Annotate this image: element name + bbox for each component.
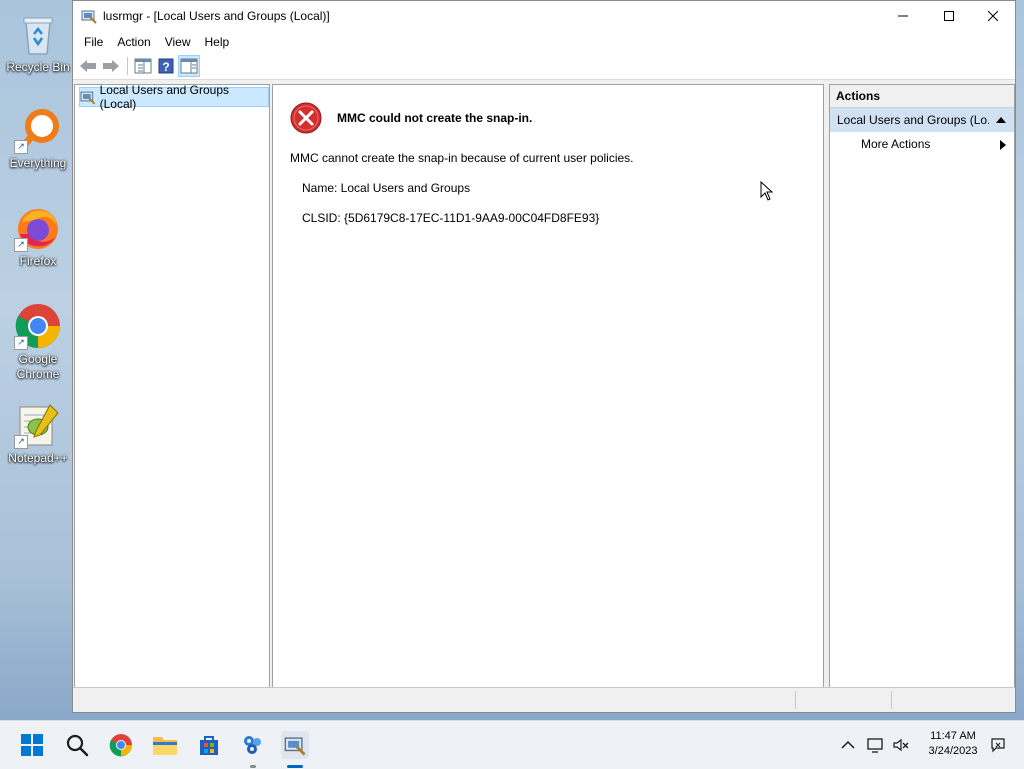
actions-header: Actions [830, 85, 1014, 108]
minimize-button[interactable] [880, 1, 926, 31]
forward-arrow-icon [103, 60, 119, 72]
mouse-cursor-icon [760, 181, 774, 201]
volume-muted-icon [893, 738, 909, 752]
desktop-icon-notepad-plus-plus[interactable]: ↗ Notepad++ [4, 401, 72, 466]
recycle-bin-icon [14, 10, 62, 58]
result-pane: MMC could not create the snap-in. MMC ca… [272, 84, 824, 688]
show-hide-console-tree-button[interactable] [132, 55, 154, 77]
window-title: lusrmgr - [Local Users and Groups (Local… [103, 9, 330, 23]
folder-icon [153, 737, 177, 755]
windows-start-icon [21, 734, 43, 756]
volume-button[interactable] [891, 735, 911, 755]
console-tree-pane[interactable]: Local Users and Groups (Local) [74, 83, 270, 688]
show-hide-action-pane-button[interactable] [178, 55, 200, 77]
chevron-up-icon [841, 740, 855, 749]
computer-management-icon [284, 737, 306, 756]
status-divider [795, 691, 796, 709]
help-icon: ? [158, 58, 174, 74]
notification-icon [991, 738, 1005, 753]
shortcut-arrow-icon: ↗ [14, 336, 28, 350]
taskbar-clock[interactable]: 11:47 AM 3/24/2023 [918, 729, 988, 759]
desktop-icon-firefox[interactable]: ↗ Firefox [4, 204, 72, 269]
firefox-icon: ↗ [14, 204, 62, 252]
back-button[interactable] [77, 55, 99, 77]
actions-group-local-users-and-groups[interactable]: Local Users and Groups (Lo... [830, 108, 1014, 132]
shortcut-arrow-icon: ↗ [14, 238, 28, 252]
collapse-up-icon [996, 117, 1006, 123]
search-icon [66, 734, 89, 757]
title-bar[interactable]: lusrmgr - [Local Users and Groups (Local… [73, 1, 1015, 31]
status-bar [73, 687, 1015, 712]
status-divider [891, 691, 892, 709]
close-icon [988, 11, 998, 21]
mmc-window: lusrmgr - [Local Users and Groups (Local… [72, 0, 1016, 713]
network-icon [867, 738, 883, 753]
toolbar-separator [127, 57, 128, 75]
maximize-button[interactable] [926, 1, 972, 31]
taskbar-file-explorer-button[interactable] [151, 731, 179, 759]
show-hidden-icons-button[interactable] [838, 735, 858, 755]
menu-action[interactable]: Action [110, 31, 157, 53]
svg-text:?: ? [162, 60, 169, 74]
error-title: MMC could not create the snap-in. [337, 111, 533, 125]
taskbar: 11:47 AM 3/24/2023 [0, 720, 1024, 769]
notepad-plus-plus-icon: ↗ [14, 401, 62, 449]
desktop-icon-everything[interactable]: ↗ Everything [4, 106, 72, 171]
menu-view[interactable]: View [158, 31, 198, 53]
clock-date: 3/24/2023 [928, 745, 978, 757]
everything-search-icon: ↗ [14, 106, 62, 154]
tree-item-local-users-and-groups[interactable]: Local Users and Groups (Local) [79, 83, 269, 111]
forward-button[interactable] [100, 55, 122, 77]
help-button[interactable]: ? [155, 55, 177, 77]
network-button[interactable] [866, 735, 886, 755]
maximize-icon [944, 11, 954, 21]
minimize-icon [898, 15, 908, 17]
error-message: MMC cannot create the snap-in because of… [290, 151, 634, 165]
menu-bar: File Action View Help [73, 31, 1015, 53]
desktop-icon-recycle-bin[interactable]: Recycle Bin [4, 10, 72, 75]
start-button[interactable] [18, 731, 46, 759]
menu-help[interactable]: Help [198, 31, 237, 53]
taskbar-system-app-button[interactable] [239, 731, 267, 759]
actions-pane: Actions Local Users and Groups (Lo... Mo… [829, 84, 1015, 688]
menu-file[interactable]: File [77, 31, 110, 53]
error-snapin-name: Name: Local Users and Groups [302, 181, 471, 195]
more-actions-item[interactable]: More Actions [830, 132, 1014, 156]
taskbar-store-button[interactable] [195, 731, 223, 759]
back-arrow-icon [80, 60, 96, 72]
error-icon [290, 102, 322, 134]
console-tree-icon [134, 58, 152, 74]
shortcut-arrow-icon: ↗ [14, 435, 28, 449]
notifications-button[interactable] [988, 735, 1008, 755]
submenu-right-icon [1000, 140, 1006, 150]
error-clsid: CLSID: {5D6179C8-17EC-11D1-9AA9-00C04FD8… [302, 211, 600, 225]
shortcut-arrow-icon: ↗ [14, 140, 28, 154]
clock-time: 11:47 AM [930, 730, 976, 742]
search-button[interactable] [63, 731, 91, 759]
gear-cluster-icon [244, 736, 261, 754]
close-button[interactable] [970, 1, 1016, 31]
chrome-icon [109, 734, 132, 757]
toolbar: ? [73, 53, 1015, 80]
computer-management-icon [80, 91, 96, 105]
action-pane-icon [180, 58, 198, 74]
taskbar-lusrmgr-button[interactable] [281, 731, 309, 759]
taskbar-chrome-button[interactable] [107, 731, 135, 759]
desktop-icon-google-chrome[interactable]: ↗ Google Chrome [4, 302, 72, 382]
computer-management-icon [81, 10, 97, 24]
chrome-icon: ↗ [14, 302, 62, 350]
store-icon [200, 736, 218, 755]
